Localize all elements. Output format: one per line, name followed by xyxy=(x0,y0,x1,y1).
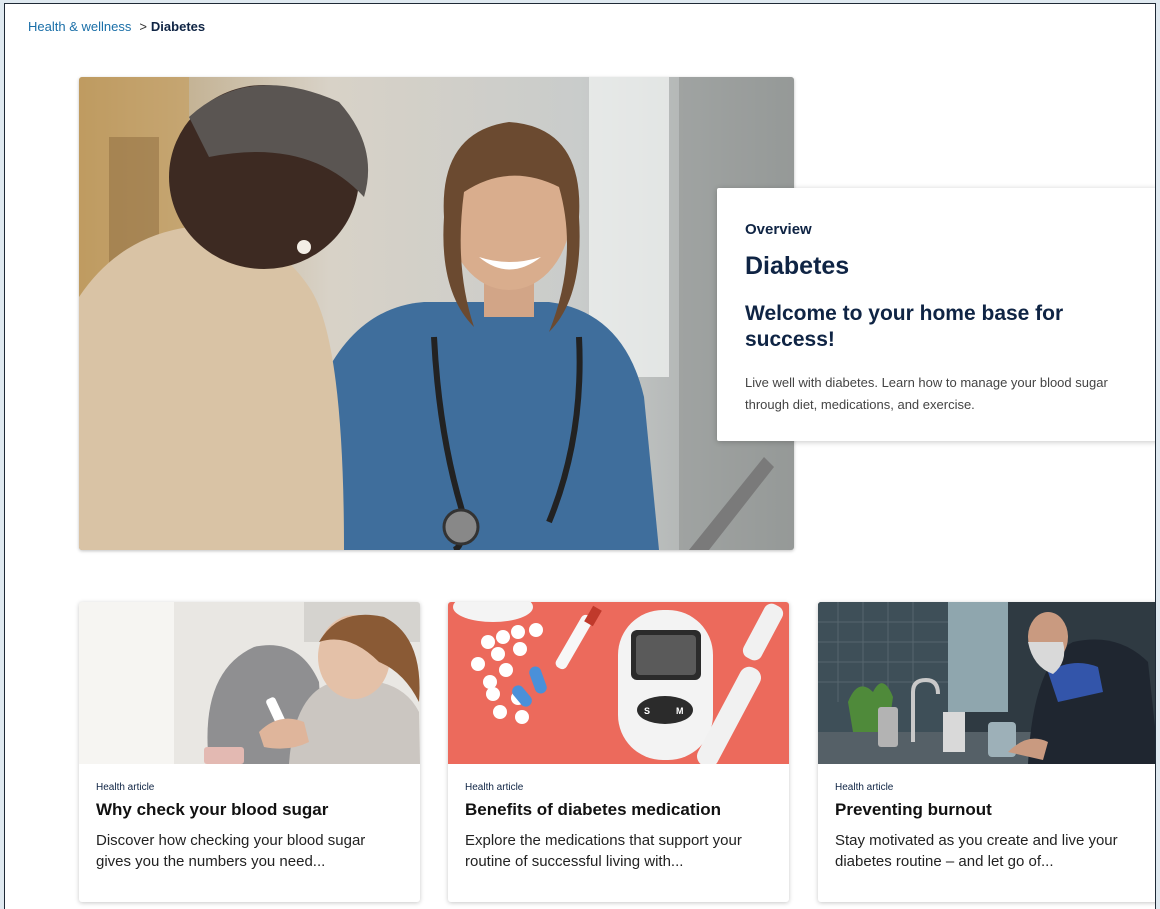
breadcrumb-separator: > xyxy=(139,19,147,34)
hero-description: Live well with diabetes. Learn how to ma… xyxy=(745,375,1108,412)
card-tag: Health article xyxy=(465,782,524,793)
meter-button-s: S xyxy=(644,706,650,716)
breadcrumb-link-health-wellness[interactable]: Health & wellness xyxy=(28,19,131,34)
page-title: Diabetes xyxy=(745,252,850,280)
card-title[interactable]: Benefits of diabetes medication xyxy=(465,800,772,820)
overview-card: Overview Diabetes Welcome to your home b… xyxy=(717,188,1155,441)
card-image-man-kitchen xyxy=(818,602,1155,764)
breadcrumb-current: Diabetes xyxy=(150,19,206,34)
article-card-blood-sugar[interactable]: Health article Why check your blood suga… xyxy=(79,602,420,902)
card-description: Discover how checking your blood sugar g… xyxy=(96,832,366,870)
card-tag: Health article xyxy=(96,782,155,793)
meter-button-m: M xyxy=(676,706,684,716)
article-card-medication[interactable]: S M Health article Benefits of diabetes … xyxy=(448,602,789,902)
hero-image xyxy=(79,77,794,550)
card-description: Explore the medications that support you… xyxy=(465,832,742,870)
card-image-woman-testing xyxy=(79,602,420,764)
card-description: Stay motivated as you create and live yo… xyxy=(835,832,1118,870)
card-title[interactable]: Preventing burnout xyxy=(835,800,1142,820)
card-tag: Health article xyxy=(835,782,894,793)
breadcrumb: Health & wellness > Diabetes xyxy=(28,19,205,34)
card-title[interactable]: Why check your blood sugar xyxy=(96,800,403,820)
article-card-burnout[interactable]: Health article Preventing burnout Stay m… xyxy=(818,602,1155,902)
hero-subtitle: Welcome to your home base for success! xyxy=(745,302,1064,351)
page-frame: Health & wellness > Diabetes Overview Di… xyxy=(4,3,1156,909)
overview-label: Overview xyxy=(745,221,812,238)
card-image-glucose-meter: S M xyxy=(448,602,789,764)
